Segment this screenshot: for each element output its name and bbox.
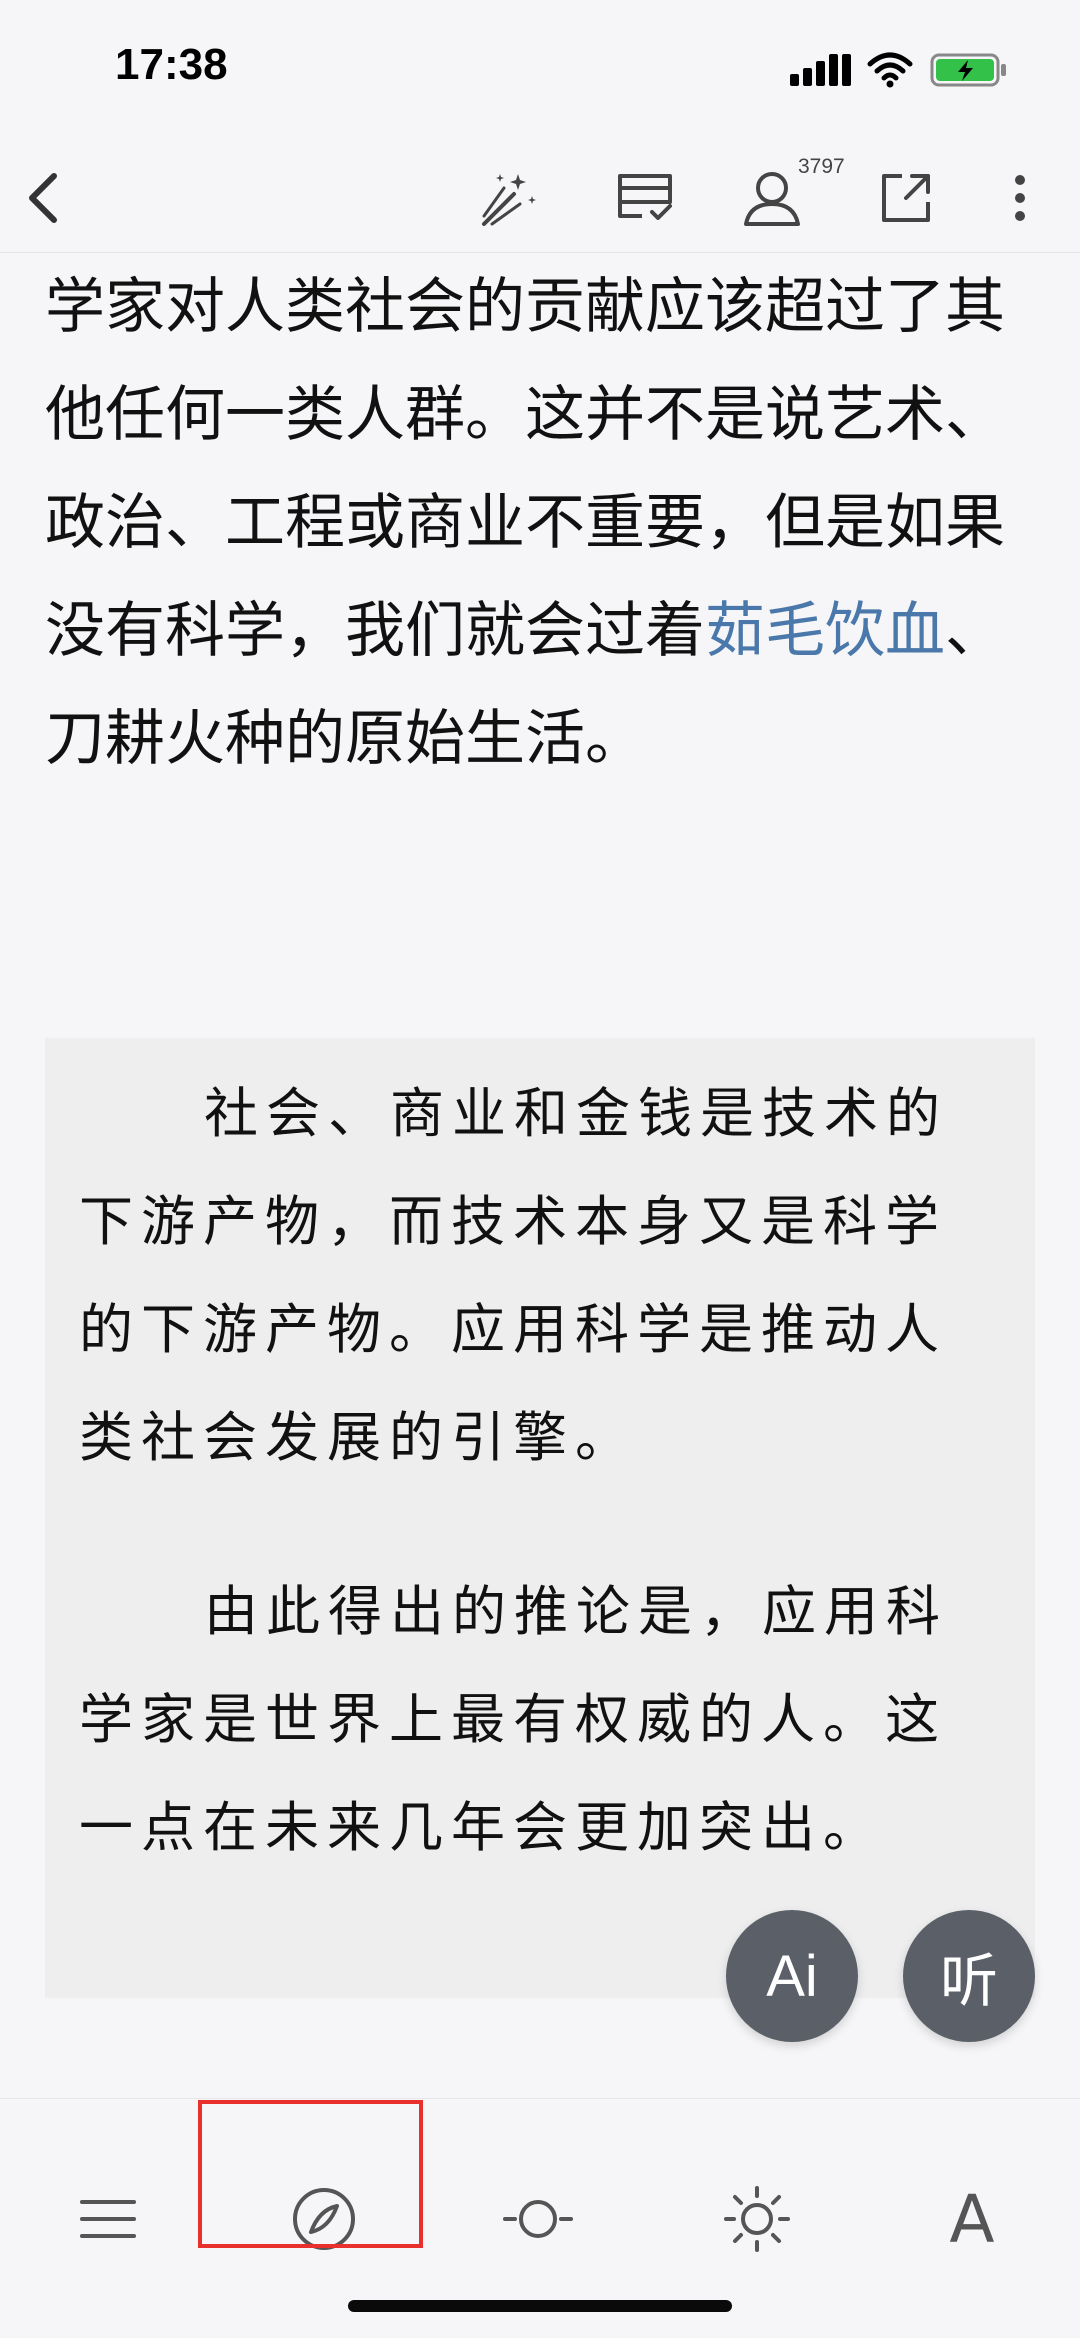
ai-button[interactable]: Ai xyxy=(726,1910,858,2042)
listen-button[interactable]: 听 xyxy=(903,1910,1035,2042)
font-button[interactable]: A xyxy=(912,2169,1032,2269)
wifi-icon xyxy=(866,52,914,92)
back-button[interactable] xyxy=(4,158,84,238)
brightness-button[interactable] xyxy=(697,2169,817,2269)
top-nav: 3797 xyxy=(0,140,1080,253)
menu-icon xyxy=(80,2200,136,2238)
highlight-box xyxy=(198,2100,423,2248)
body-paragraph: 学家对人类社会的贡献应该超过了其他任何一类人群。这并不是说艺术、政治、工程或商业… xyxy=(45,253,1040,793)
quote-paragraph: 社会、商业和金钱是技术的下游产物，而技术本身又是科学的下游产物。应用科学是推动人… xyxy=(79,1082,948,1469)
status-bar: 17:38 xyxy=(0,0,1080,140)
status-time: 17:38 xyxy=(115,40,228,89)
battery-charging-icon xyxy=(930,52,1010,92)
share-icon xyxy=(882,174,930,222)
more-icon xyxy=(1015,175,1025,221)
signal-icon xyxy=(790,52,852,92)
font-icon: A xyxy=(949,2180,995,2258)
reader-count: 3797 xyxy=(798,155,845,178)
back-icon xyxy=(29,173,57,223)
reading-content: 学家对人类社会的贡献应该超过了其他任何一类人群。这并不是说艺术、政治、工程或商业… xyxy=(0,253,1080,2098)
cards-icon xyxy=(618,174,672,220)
brightness-icon xyxy=(724,2186,790,2252)
listen-label: 听 xyxy=(939,1947,998,2015)
more-button[interactable] xyxy=(980,158,1060,238)
share-button[interactable] xyxy=(866,158,946,238)
progress-button[interactable] xyxy=(478,2169,598,2269)
menu-button[interactable] xyxy=(48,2169,168,2269)
quote-block: 社会、商业和金钱是技术的下游产物，而技术本身又是科学的下游产物。应用科学是推动人… xyxy=(45,1038,1035,1998)
progress-icon xyxy=(503,2200,573,2238)
ai-label: Ai xyxy=(766,1943,818,2009)
quote-paragraph: 由此得出的推论是，应用科学家是世界上最有权威的人。这一点在未来几年会更加突出。 xyxy=(79,1580,948,1859)
home-indicator[interactable] xyxy=(348,2300,732,2312)
cards-button[interactable] xyxy=(606,158,686,238)
magic-wand-button[interactable] xyxy=(470,158,550,238)
magic-wand-icon xyxy=(482,174,536,226)
dictionary-link[interactable]: 茹毛饮血 xyxy=(705,596,945,666)
profile-icon xyxy=(744,172,800,226)
